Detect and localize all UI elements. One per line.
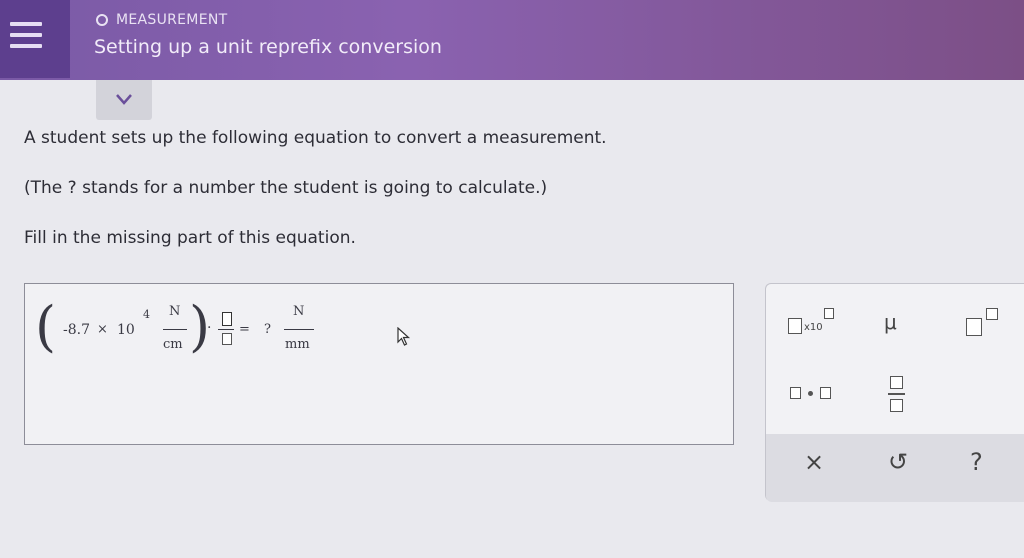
- topic-text: MEASUREMENT: [116, 12, 228, 28]
- numerator-box-icon: [890, 376, 903, 389]
- conversion-numerator-input[interactable]: [222, 312, 232, 326]
- unit-numerator: N: [169, 304, 181, 319]
- base-box-icon: [966, 318, 982, 336]
- x10-label: x10: [804, 322, 823, 333]
- chevron-down-icon: [116, 94, 132, 105]
- right-box-icon: [820, 387, 831, 399]
- menu-icon-bar: [10, 44, 42, 48]
- left-paren: (: [35, 295, 57, 358]
- fraction-button[interactable]: [888, 376, 908, 416]
- conversion-denominator-input[interactable]: [222, 333, 232, 345]
- coefficient: -8.7: [63, 322, 90, 338]
- help-button[interactable]: ?: [970, 448, 983, 476]
- fraction-bar-3: [284, 329, 314, 330]
- denominator-box-icon: [890, 399, 903, 412]
- collapse-button[interactable]: [96, 80, 152, 120]
- unit-denominator: cm: [163, 337, 183, 352]
- menu-icon: [10, 22, 42, 26]
- multiply-dot: ·: [207, 320, 212, 336]
- exponent: 4: [143, 308, 150, 321]
- menu-icon-bar: [10, 33, 42, 37]
- menu-button[interactable]: [0, 0, 70, 78]
- fraction-bar-1: [163, 329, 187, 330]
- question-text-1: A student sets up the following equation…: [24, 128, 607, 148]
- answer-area[interactable]: ( -8.7 × 10 4 N cm ) · = ? N mm: [24, 283, 734, 445]
- top-header: MEASUREMENT Setting up a unit reprefix c…: [0, 0, 1024, 80]
- unknown-value: ?: [264, 322, 271, 337]
- question-text-3: Fill in the missing part of this equatio…: [24, 228, 356, 248]
- times-sign: ×: [97, 322, 108, 337]
- scientific-notation-button[interactable]: x10: [786, 306, 836, 340]
- clear-button[interactable]: ×: [804, 448, 824, 476]
- fraction-bar-2: [218, 329, 234, 330]
- question-text-2: (The ? stands for a number the student i…: [24, 178, 548, 198]
- undo-button[interactable]: ↺: [888, 448, 908, 476]
- micro-button[interactable]: μ: [884, 310, 908, 336]
- exponent-box-icon: [824, 308, 834, 319]
- placeholder-box-icon: [788, 318, 802, 334]
- fraction-line-icon: [888, 393, 905, 395]
- equals-sign: =: [239, 322, 250, 337]
- left-box-icon: [790, 387, 801, 399]
- exponent-button[interactable]: [964, 306, 1004, 340]
- dot-icon: [808, 391, 813, 396]
- multiply-button[interactable]: [788, 384, 838, 404]
- page-title: Setting up a unit reprefix conversion: [94, 36, 442, 58]
- topic-circle-icon: [96, 14, 108, 26]
- mouse-pointer-icon: [397, 327, 411, 346]
- result-denominator: mm: [285, 337, 310, 352]
- superscript-box-icon: [986, 308, 998, 320]
- topic-label: MEASUREMENT: [96, 12, 227, 28]
- math-palette: x10 μ × ↺ ?: [765, 283, 1024, 502]
- result-numerator: N: [293, 304, 305, 319]
- palette-action-bar: × ↺ ?: [766, 434, 1024, 502]
- base-ten: 10: [117, 322, 135, 338]
